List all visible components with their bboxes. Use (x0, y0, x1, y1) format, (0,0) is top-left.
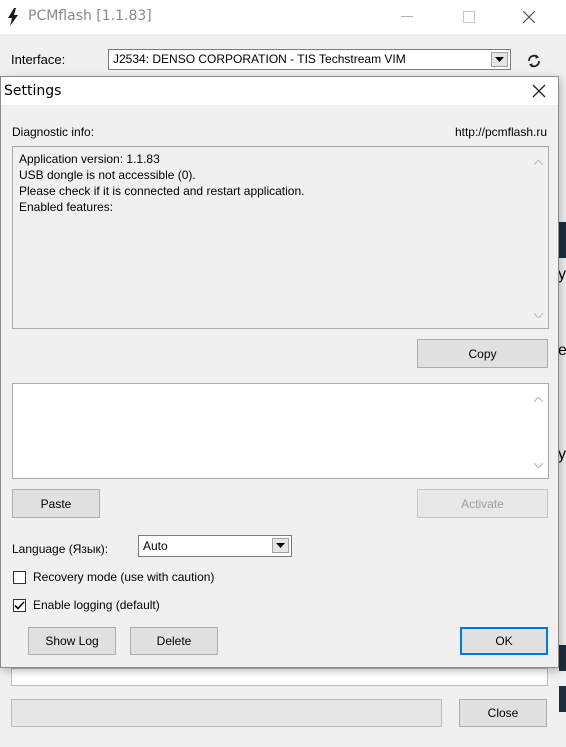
delete-button[interactable]: Delete (130, 627, 218, 655)
chevron-up-icon[interactable] (533, 391, 544, 405)
progress-bar (11, 699, 442, 727)
vertical-scrollbar[interactable] (530, 385, 547, 477)
maximize-button[interactable] (446, 0, 492, 34)
language-label: Language (Язык): (12, 542, 109, 556)
status-field (11, 668, 548, 686)
background-text-fragment: e (558, 342, 566, 359)
close-icon[interactable] (529, 81, 549, 101)
interface-select-value: J2534: DENSO CORPORATION - TIS Techstrea… (113, 52, 406, 66)
close-button[interactable]: Close (459, 699, 547, 727)
copy-button[interactable]: Copy (417, 339, 548, 368)
vertical-scrollbar[interactable] (530, 148, 547, 327)
minimize-button[interactable] (384, 0, 430, 34)
diagnostic-text: Application version: 1.1.83 USB dongle i… (19, 151, 305, 215)
background-text-fragment: y (558, 266, 566, 283)
enable-logging-checkbox[interactable] (13, 599, 26, 612)
website-link[interactable]: http://pcmflash.ru (455, 125, 547, 139)
language-select[interactable]: Auto (138, 535, 292, 557)
diagnostic-info-label: Diagnostic info: (12, 125, 95, 139)
background-text-fragment: y (558, 446, 566, 463)
language-select-value: Auto (143, 539, 168, 553)
chevron-down-icon[interactable] (533, 457, 544, 471)
paste-button[interactable]: Paste (12, 489, 100, 518)
diagnostic-line: USB dongle is not accessible (0). (19, 168, 196, 182)
enable-logging-label[interactable]: Enable logging (default) (33, 598, 160, 612)
diagnostic-line: Enabled features: (19, 200, 114, 214)
recovery-mode-label[interactable]: Recovery mode (use with caution) (33, 570, 214, 584)
window-title: PCMflash [1.1.83] (28, 8, 152, 24)
close-window-button[interactable] (506, 0, 552, 34)
activation-key-textbox[interactable] (12, 383, 549, 479)
diagnostic-info-textbox[interactable]: Application version: 1.1.83 USB dongle i… (12, 146, 549, 329)
diagnostic-line: Please check if it is connected and rest… (19, 184, 305, 198)
activate-button[interactable]: Activate (417, 489, 548, 518)
interface-select[interactable]: J2534: DENSO CORPORATION - TIS Techstrea… (108, 49, 511, 70)
lightning-icon (6, 8, 20, 26)
ok-button[interactable]: OK (460, 627, 548, 655)
recovery-mode-checkbox[interactable] (13, 571, 26, 584)
settings-titlebar[interactable]: Settings (1, 77, 558, 105)
checkmark-icon (14, 601, 25, 610)
background-window-edge (559, 222, 566, 258)
settings-dialog: Settings Diagnostic info: http://pcmflas… (0, 76, 559, 668)
diagnostic-line: Application version: 1.1.83 (19, 152, 160, 166)
refresh-icon[interactable] (525, 52, 543, 70)
settings-title: Settings (4, 83, 62, 99)
chevron-down-icon[interactable] (272, 538, 289, 553)
background-window-edge (559, 686, 566, 712)
background-window-edge (559, 645, 566, 671)
main-titlebar[interactable]: PCMflash [1.1.83] (0, 0, 566, 34)
chevron-down-icon[interactable] (533, 307, 544, 321)
show-log-button[interactable]: Show Log (28, 627, 116, 655)
interface-label: Interface: (11, 52, 66, 67)
chevron-down-icon[interactable] (491, 52, 508, 67)
chevron-up-icon[interactable] (533, 154, 544, 168)
